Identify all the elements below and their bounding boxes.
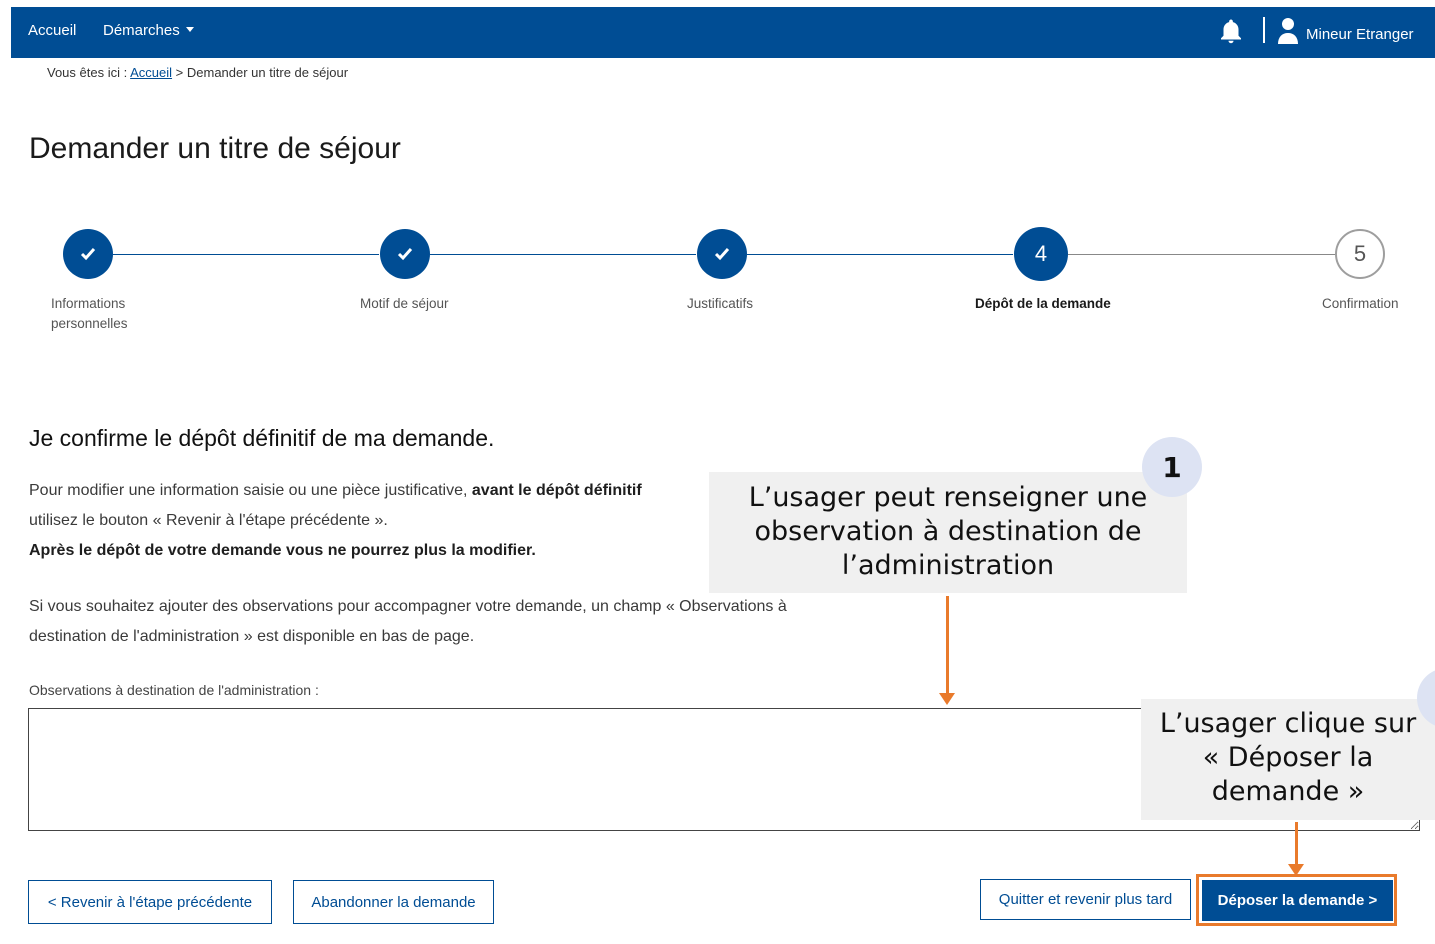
- caret-down-icon: [185, 27, 194, 32]
- arrow-head-icon: [939, 693, 955, 705]
- step-1-label: Informations personnelles: [51, 294, 128, 334]
- page-title: Demander un titre de séjour: [29, 132, 401, 165]
- step-5-circle: 5: [1335, 229, 1385, 279]
- annotation-callout-1: L’usager peut renseigner une observation…: [709, 472, 1187, 593]
- checkmark-icon: [397, 248, 413, 261]
- header-separator: [1263, 17, 1265, 43]
- step-4-circle: 4: [1014, 227, 1068, 281]
- warning-bold: Après le dépôt de votre demande vous ne …: [29, 542, 536, 559]
- section-title: Je confirme le dépôt définitif de ma dem…: [29, 425, 495, 451]
- annotation-badge-1: 1: [1142, 437, 1202, 497]
- annotation-arrow-2: [1295, 822, 1298, 866]
- observations-info: Si vous souhaitez ajouter des observatio…: [29, 592, 787, 652]
- step-3-circle: [697, 229, 747, 279]
- user-name[interactable]: Mineur Etranger: [1306, 26, 1414, 43]
- submit-button[interactable]: Déposer la demande >: [1202, 880, 1393, 921]
- callout-1-line-2: observation à destination de: [754, 516, 1142, 547]
- step-connector: [430, 254, 696, 255]
- info-bold: avant le dépôt définitif: [471, 482, 642, 499]
- info-text: Pour modifier une information saisie ou …: [29, 482, 468, 499]
- bell-icon[interactable]: [1216, 17, 1246, 47]
- observations-info-line-2: destination de l'administration » est di…: [29, 628, 475, 645]
- observations-label: Observations à destination de l'administ…: [29, 682, 319, 698]
- step-1-circle: [63, 229, 113, 279]
- step-1-label-line1: Informations: [51, 296, 126, 311]
- callout-2-line-2: « Déposer la: [1202, 742, 1374, 773]
- callout-1-line-3: l’administration: [841, 550, 1055, 581]
- top-nav-bar: Accueil Démarches Mineur Etranger: [11, 7, 1435, 58]
- abandon-button[interactable]: Abandonner la demande: [293, 880, 494, 924]
- info-line-1: Pour modifier une information saisie ou …: [29, 476, 642, 506]
- breadcrumb-home-link[interactable]: Accueil: [130, 65, 172, 80]
- save-later-button[interactable]: Quitter et revenir plus tard: [980, 879, 1191, 920]
- annotation-arrow-1: [946, 596, 949, 694]
- back-button[interactable]: < Revenir à l'étape précédente: [28, 880, 272, 924]
- step-3-label: Justificatifs: [687, 296, 754, 311]
- checkmark-icon: [714, 248, 730, 261]
- step-4-label: Dépôt de la demande: [975, 296, 1111, 311]
- callout-1-line-1: L’usager peut renseigner une: [748, 482, 1148, 513]
- step-1-label-line2: personnelles: [51, 316, 128, 331]
- user-icon[interactable]: [1277, 17, 1299, 45]
- callout-2-line-1: L’usager clique sur: [1159, 708, 1417, 739]
- breadcrumb-prefix: Vous êtes ici :: [47, 65, 128, 80]
- annotation-callout-2: L’usager clique sur « Déposer la demande…: [1141, 699, 1435, 820]
- step-connector: [747, 254, 1013, 255]
- warning-text: Après le dépôt de votre demande vous ne …: [29, 536, 642, 566]
- step-5-label: Confirmation: [1322, 296, 1399, 311]
- info-paragraph: Pour modifier une information saisie ou …: [29, 476, 642, 566]
- nav-procedures-menu[interactable]: Démarches: [103, 22, 194, 39]
- info-line-2: utilisez le bouton « Revenir à l'étape p…: [29, 512, 388, 529]
- observations-info-line-1: Si vous souhaitez ajouter des observatio…: [29, 598, 787, 615]
- step-connector: [1068, 254, 1336, 255]
- breadcrumb: Vous êtes ici : Accueil > Demander un ti…: [47, 65, 348, 80]
- step-2-circle: [380, 229, 430, 279]
- breadcrumb-current: > Demander un titre de séjour: [175, 65, 349, 80]
- callout-2-line-3: demande »: [1211, 776, 1365, 807]
- step-2-label: Motif de séjour: [360, 296, 449, 311]
- nav-procedures-label: Démarches: [103, 22, 180, 39]
- step-connector: [113, 254, 379, 255]
- arrow-head-icon: [1288, 864, 1304, 876]
- nav-home-link[interactable]: Accueil: [28, 22, 76, 39]
- checkmark-icon: [80, 248, 96, 261]
